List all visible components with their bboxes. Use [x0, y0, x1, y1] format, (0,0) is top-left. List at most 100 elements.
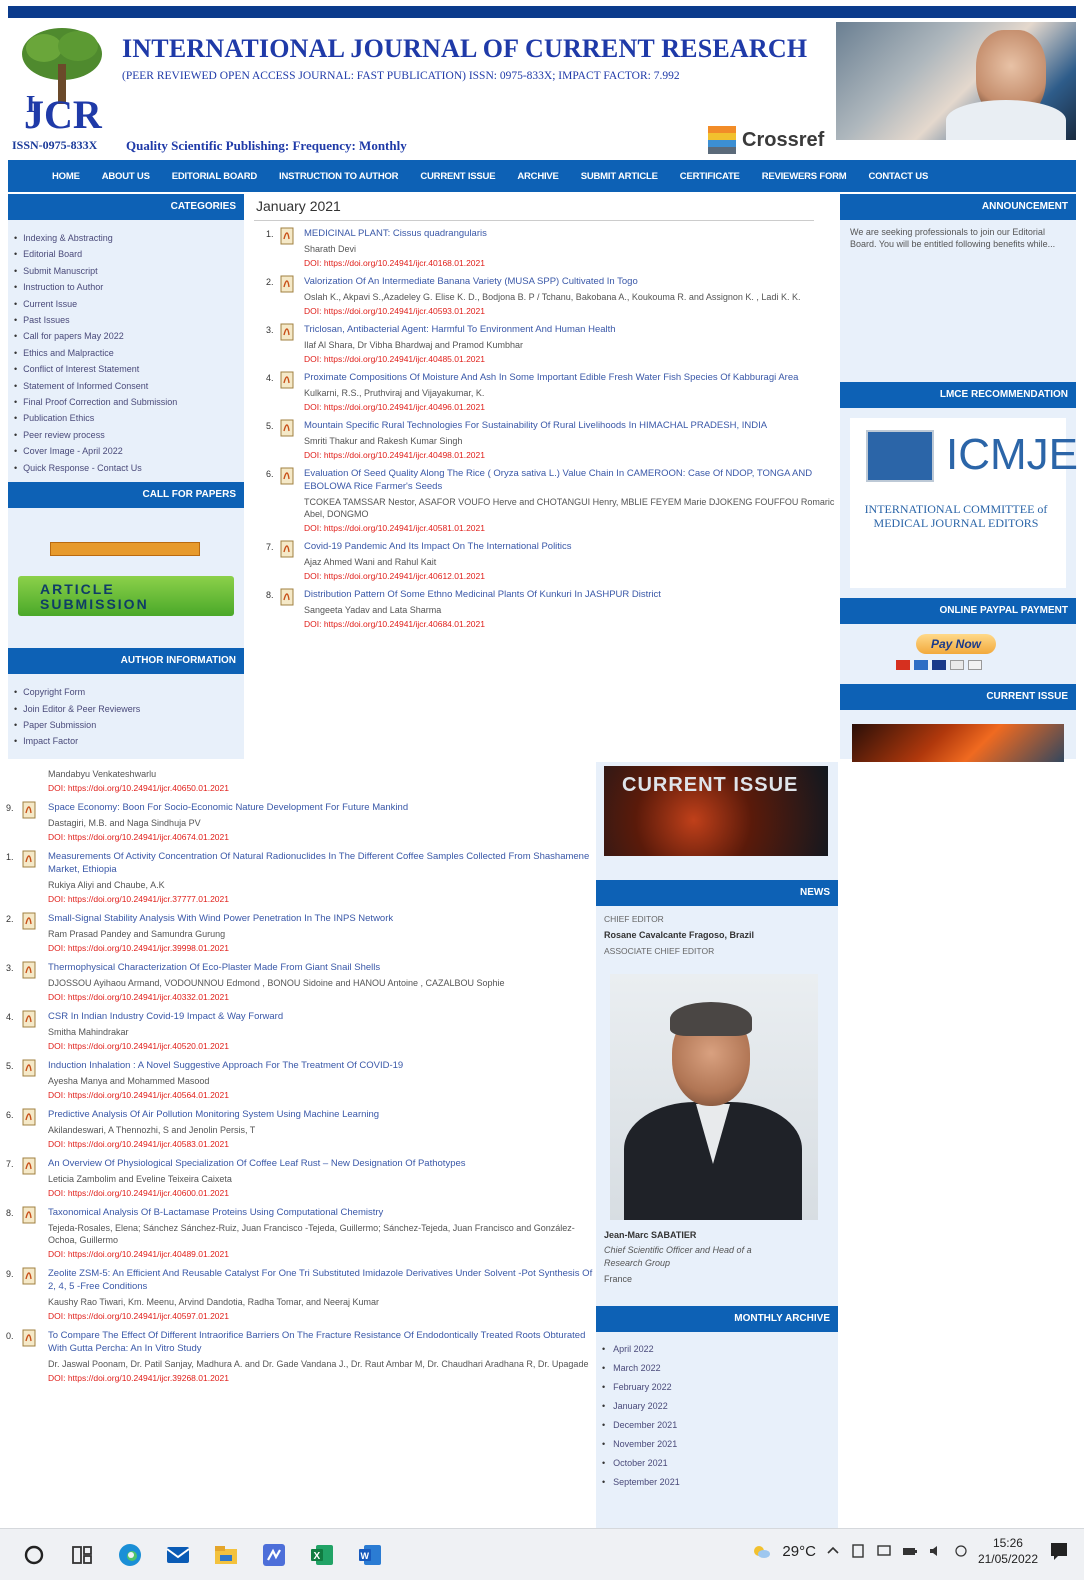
article-submission-button[interactable]: ARTICLE SUBMISSION	[18, 576, 234, 617]
nav-home[interactable]: HOME	[52, 171, 80, 182]
nav-editorial-board[interactable]: EDITORIAL BOARD	[172, 171, 258, 182]
archive-item[interactable]: October 2021	[602, 1454, 832, 1473]
icmje-logo[interactable]: ICMJE INTERNATIONAL COMMITTEE of MEDICAL…	[850, 418, 1078, 588]
archive-item[interactable]: December 2021	[602, 1416, 832, 1435]
crossref-logo[interactable]: Crossref	[708, 126, 824, 154]
pdf-icon[interactable]	[280, 540, 294, 558]
network-icon[interactable]	[850, 1543, 866, 1559]
article-title[interactable]: Valorization Of An Intermediate Banana V…	[304, 275, 838, 288]
article-doi[interactable]: DOI: https://doi.org/10.24941/ijcr.40332…	[48, 991, 594, 1003]
nav-archive[interactable]: ARCHIVE	[517, 171, 559, 182]
word-icon[interactable]: W	[356, 1541, 384, 1569]
whiteboard-app-icon[interactable]	[260, 1541, 288, 1569]
article-title[interactable]: Thermophysical Characterization Of Eco-P…	[48, 961, 594, 974]
nav-current-issue[interactable]: CURRENT ISSUE	[420, 171, 495, 182]
category-item[interactable]: Quick Response - Contact Us	[14, 460, 238, 476]
search-circle-icon[interactable]	[20, 1541, 48, 1569]
pdf-icon[interactable]	[280, 467, 294, 485]
article-doi[interactable]: DOI: https://doi.org/10.24941/ijcr.40498…	[304, 449, 838, 461]
category-item[interactable]: Publication Ethics	[14, 410, 238, 426]
pdf-icon[interactable]	[22, 1206, 36, 1224]
category-item[interactable]: Call for papers May 2022	[14, 328, 238, 344]
pdf-icon[interactable]	[280, 275, 294, 293]
pdf-icon[interactable]	[280, 227, 294, 245]
author-info-item[interactable]: Impact Factor	[14, 733, 238, 749]
pdf-icon[interactable]	[280, 323, 294, 341]
category-item[interactable]: Conflict of Interest Statement	[14, 361, 238, 377]
weather-icon[interactable]	[750, 1540, 772, 1562]
task-view-icon[interactable]	[68, 1541, 96, 1569]
author-info-item[interactable]: Paper Submission	[14, 717, 238, 733]
file-explorer-icon[interactable]	[212, 1541, 240, 1569]
pdf-icon[interactable]	[22, 850, 36, 868]
mail-icon[interactable]	[164, 1541, 192, 1569]
article-doi[interactable]: DOI: https://doi.org/10.24941/ijcr.40496…	[304, 401, 838, 413]
article-doi[interactable]: DOI: https://doi.org/10.24941/ijcr.39268…	[48, 1372, 594, 1384]
article-doi[interactable]: DOI: https://doi.org/10.24941/ijcr.40597…	[48, 1310, 594, 1322]
article-title[interactable]: Zeolite ZSM-5: An Efficient And Reusable…	[48, 1267, 594, 1293]
article-doi[interactable]: DOI: https://doi.org/10.24941/ijcr.40564…	[48, 1089, 594, 1101]
call-for-papers-banner[interactable]	[50, 542, 200, 557]
pdf-icon[interactable]	[22, 1108, 36, 1126]
pdf-icon[interactable]	[22, 1059, 36, 1077]
article-title[interactable]: Distribution Pattern Of Some Ethno Medic…	[304, 588, 838, 601]
category-item[interactable]: Indexing & Abstracting	[14, 230, 238, 246]
nav-reviewers-form[interactable]: REVIEWERS FORM	[762, 171, 847, 182]
pdf-icon[interactable]	[22, 912, 36, 930]
clock[interactable]: 15:26 21/05/2022	[978, 1535, 1038, 1567]
article-title[interactable]: An Overview Of Physiological Specializat…	[48, 1157, 594, 1170]
pdf-icon[interactable]	[280, 419, 294, 437]
category-item[interactable]: Ethics and Malpractice	[14, 345, 238, 361]
notifications-icon[interactable]	[1048, 1540, 1070, 1562]
article-doi[interactable]: DOI: https://doi.org/10.24941/ijcr.40168…	[304, 257, 838, 269]
edge-browser-icon[interactable]	[116, 1541, 144, 1569]
article-title[interactable]: Evaluation Of Seed Quality Along The Ric…	[304, 467, 838, 493]
article-title[interactable]: Mountain Specific Rural Technologies For…	[304, 419, 838, 432]
current-issue-cover[interactable]: CURRENT ISSUE	[604, 766, 828, 856]
article-title[interactable]: Measurements Of Activity Concentration O…	[48, 850, 594, 876]
volume-icon[interactable]	[928, 1543, 944, 1559]
pay-now-button[interactable]: Pay Now	[916, 634, 996, 654]
category-item[interactable]: Instruction to Author	[14, 279, 238, 295]
nav-contact-us[interactable]: CONTACT US	[869, 171, 929, 182]
archive-item[interactable]: February 2022	[602, 1378, 832, 1397]
pdf-icon[interactable]	[22, 1157, 36, 1175]
nav-certificate[interactable]: CERTIFICATE	[680, 171, 740, 182]
archive-item[interactable]: April 2022	[602, 1340, 832, 1359]
category-item[interactable]: Editorial Board	[14, 246, 238, 262]
category-item[interactable]: Final Proof Correction and Submission	[14, 394, 238, 410]
article-doi[interactable]: DOI: https://doi.org/10.24941/ijcr.40650…	[48, 782, 594, 794]
category-item[interactable]: Current Issue	[14, 296, 238, 312]
display-icon[interactable]	[876, 1543, 892, 1559]
pdf-icon[interactable]	[22, 801, 36, 819]
article-doi[interactable]: DOI: https://doi.org/10.24941/ijcr.40583…	[48, 1138, 594, 1150]
journal-logo[interactable]: JCR I	[14, 24, 110, 136]
archive-item[interactable]: November 2021	[602, 1435, 832, 1454]
article-title[interactable]: CSR In Indian Industry Covid-19 Impact &…	[48, 1010, 594, 1023]
pdf-icon[interactable]	[22, 1010, 36, 1028]
article-doi[interactable]: DOI: https://doi.org/10.24941/ijcr.40612…	[304, 570, 838, 582]
article-title[interactable]: Covid-19 Pandemic And Its Impact On The …	[304, 540, 838, 553]
excel-icon[interactable]: X	[308, 1541, 336, 1569]
article-doi[interactable]: DOI: https://doi.org/10.24941/ijcr.40593…	[304, 305, 838, 317]
article-doi[interactable]: DOI: https://doi.org/10.24941/ijcr.39998…	[48, 942, 594, 954]
author-info-item[interactable]: Copyright Form	[14, 684, 238, 700]
article-doi[interactable]: DOI: https://doi.org/10.24941/ijcr.37777…	[48, 893, 594, 905]
article-doi[interactable]: DOI: https://doi.org/10.24941/ijcr.40485…	[304, 353, 838, 365]
chevron-up-icon[interactable]	[826, 1544, 840, 1558]
archive-item[interactable]: March 2022	[602, 1359, 832, 1378]
article-title[interactable]: Taxonomical Analysis Of B-Lactamase Prot…	[48, 1206, 594, 1219]
category-item[interactable]: Peer review process	[14, 427, 238, 443]
article-title[interactable]: Induction Inhalation : A Novel Suggestiv…	[48, 1059, 594, 1072]
temperature[interactable]: 29°C	[782, 1543, 816, 1560]
category-item[interactable]: Past Issues	[14, 312, 238, 328]
article-doi[interactable]: DOI: https://doi.org/10.24941/ijcr.40684…	[304, 618, 838, 630]
article-title[interactable]: Proximate Compositions Of Moisture And A…	[304, 371, 838, 384]
article-title[interactable]: Space Economy: Boon For Socio-Economic N…	[48, 801, 594, 814]
article-title[interactable]: Predictive Analysis Of Air Pollution Mon…	[48, 1108, 594, 1121]
nav-submit-article[interactable]: SUBMIT ARTICLE	[581, 171, 658, 182]
article-title[interactable]: Triclosan, Antibacterial Agent: Harmful …	[304, 323, 838, 336]
pdf-icon[interactable]	[22, 961, 36, 979]
article-doi[interactable]: DOI: https://doi.org/10.24941/ijcr.40600…	[48, 1187, 594, 1199]
category-item[interactable]: Statement of Informed Consent	[14, 378, 238, 394]
